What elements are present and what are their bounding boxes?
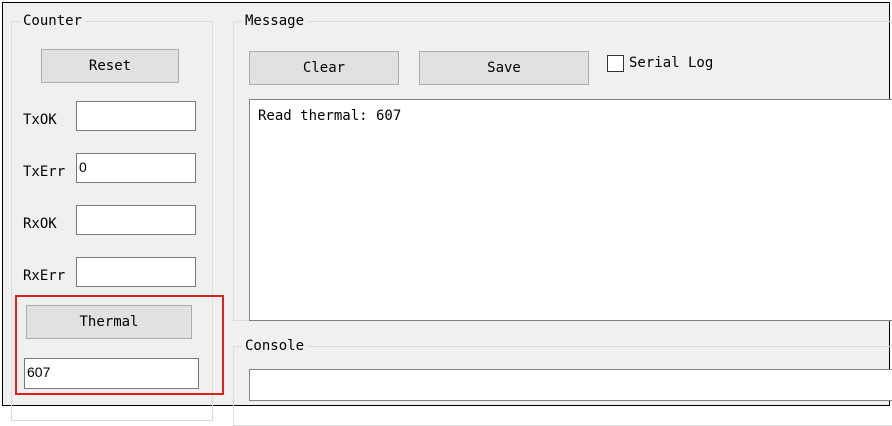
txok-field[interactable] (76, 101, 196, 131)
save-button[interactable]: Save (419, 51, 589, 85)
message-textarea[interactable]: Read thermal: 607 (249, 99, 892, 321)
thermal-highlight-box (15, 295, 224, 395)
txerr-label: TxErr (23, 164, 66, 180)
serial-log-checkbox[interactable] (607, 55, 624, 72)
txok-label: TxOK (23, 112, 57, 128)
message-legend: Message (242, 12, 308, 30)
console-input[interactable] (249, 369, 892, 401)
txerr-field[interactable]: 0 (76, 153, 196, 183)
serial-log-label: Serial Log (629, 55, 714, 71)
rxok-label: RxOK (23, 216, 57, 232)
clear-button[interactable]: Clear (249, 51, 399, 85)
console-legend: Console (242, 337, 308, 355)
reset-button[interactable]: Reset (41, 49, 179, 83)
rxerr-label: RxErr (23, 268, 66, 284)
rxok-field[interactable] (76, 205, 196, 235)
counter-legend: Counter (20, 12, 86, 30)
rxerr-field[interactable] (76, 257, 196, 287)
app-window: Counter Reset TxOK TxErr 0 RxOK RxErr Th… (2, 2, 892, 426)
